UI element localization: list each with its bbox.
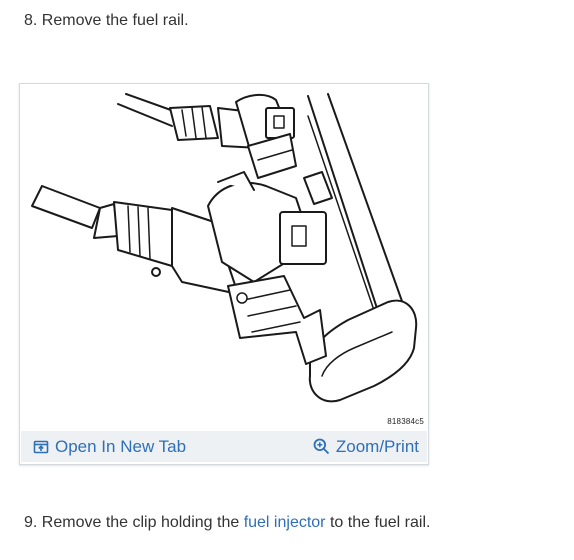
fuel-rail-illustration xyxy=(31,93,418,403)
figure-code: 818384c5 xyxy=(387,417,424,426)
step-9-prefix: 9. Remove the clip holding the xyxy=(24,514,244,531)
zoom-in-icon xyxy=(313,438,330,455)
open-new-tab-icon xyxy=(33,439,49,455)
figure-toolbar: Open In New Tab Zoom/Print xyxy=(21,431,427,462)
step-9-suffix: to the fuel rail. xyxy=(325,514,431,531)
step-9-text: 9. Remove the clip holding the fuel inje… xyxy=(24,513,430,533)
figure-card: 818384c5 Open In New Tab Zoom/Print xyxy=(19,83,429,465)
open-in-new-tab-button[interactable]: Open In New Tab xyxy=(33,437,186,457)
fuel-injector-link[interactable]: fuel injector xyxy=(244,514,326,531)
zoom-print-button[interactable]: Zoom/Print xyxy=(313,437,419,457)
step-8-text: 8. Remove the fuel rail. xyxy=(24,12,189,29)
zoom-print-label: Zoom/Print xyxy=(335,436,419,456)
open-in-new-tab-label: Open In New Tab xyxy=(55,436,187,456)
